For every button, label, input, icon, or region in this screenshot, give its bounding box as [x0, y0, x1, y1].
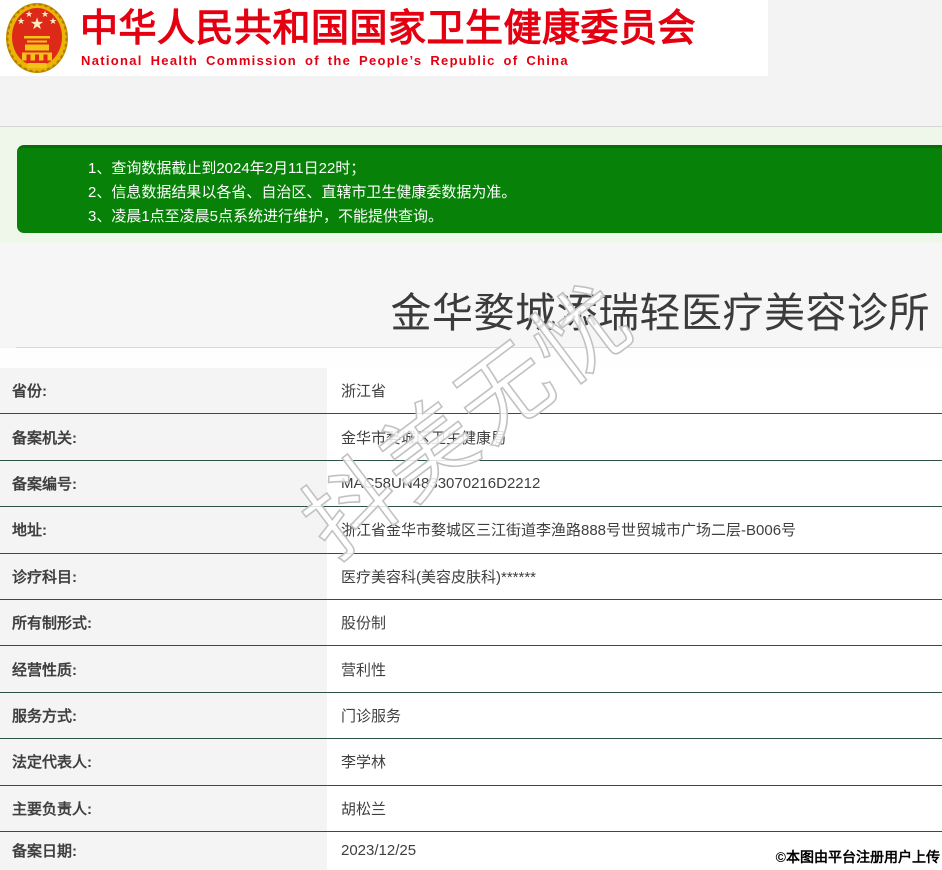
upload-notice: ©本图由平台注册用户上传	[775, 849, 940, 865]
row-label: 诊疗科目:	[0, 553, 327, 599]
row-label: 所有制形式:	[0, 599, 327, 646]
notice-item-1: 1、查询数据截止到2024年2月11日22时；	[88, 160, 366, 177]
table-row: 经营性质: 营利性	[0, 646, 942, 693]
row-value: 股份制	[341, 615, 387, 633]
notice-list: 1、查询数据截止到2024年2月11日22时； 2、信息数据结果以各省、自治区、…	[17, 148, 942, 229]
notice-box: 1、查询数据截止到2024年2月11日22时； 2、信息数据结果以各省、自治区、…	[17, 145, 942, 233]
row-label: 备案编号:	[0, 460, 327, 507]
row-label: 省份:	[0, 368, 327, 414]
svg-text:★: ★	[41, 9, 49, 19]
row-label: 备案机关:	[0, 414, 327, 460]
table-row: 备案机关: 金华市婺城区卫生健康局	[0, 414, 942, 461]
notice-item-2: 2、信息数据结果以各省、自治区、直辖市卫生健康委数据为准。	[88, 184, 517, 201]
svg-text:★: ★	[49, 16, 57, 26]
table-row: 所有制形式: 股份制	[0, 599, 942, 647]
row-value: 浙江省金华市婺城区三江街道李渔路888号世贸城市广场二层-B006号	[341, 522, 797, 540]
row-value: 胡松兰	[341, 800, 387, 818]
row-label: 备案日期:	[0, 831, 327, 870]
row-value: 营利性	[341, 661, 387, 679]
notice-item-3: 3、凌晨1点至凌晨5点系统进行维护，不能提供查询。	[88, 208, 444, 225]
row-value: 医疗美容科(美容皮肤科)******	[341, 568, 537, 586]
row-label: 法定代表人:	[0, 739, 327, 785]
row-value: 浙江省	[341, 383, 387, 401]
row-label: 主要负责人:	[0, 785, 327, 831]
table-row: 服务方式: 门诊服务	[0, 692, 942, 740]
table-row: 备案编号: MAC58UN4833070216D2212	[0, 460, 942, 508]
site-title-chinese: 中华人民共和国国家卫生健康委员会	[80, 8, 697, 50]
row-value: MAC58UN4833070216D2212	[341, 474, 541, 492]
row-value: 金华市婺城区卫生健康局	[341, 429, 507, 447]
row-label: 经营性质:	[0, 646, 327, 692]
site-title-english: National Health Commission of the People…	[81, 53, 569, 68]
svg-text:★: ★	[25, 9, 33, 19]
record-table: 省份: 浙江省 备案机关: 金华市婺城区卫生健康局 备案编号: MAC58UN4…	[0, 368, 942, 870]
table-row: 法定代表人: 李学林	[0, 739, 942, 786]
svg-text:★: ★	[17, 16, 25, 26]
clinic-name-title: 金华婺城添瑞轻医疗美容诊所	[390, 290, 930, 336]
row-label: 地址:	[0, 507, 327, 553]
header-banner: ★ ★ ★ ★ ★ 中华人民共和国国家卫生健康委员会 National Heal…	[0, 0, 768, 76]
table-row: 主要负责人: 胡松兰	[0, 785, 942, 832]
table-row: 诊疗科目: 医疗美容科(美容皮肤科)******	[0, 553, 942, 600]
row-value: 门诊服务	[341, 707, 402, 725]
china-national-emblem-icon: ★ ★ ★ ★ ★	[6, 3, 68, 73]
table-row: 省份: 浙江省	[0, 368, 942, 415]
row-label: 服务方式:	[0, 692, 327, 739]
table-row: 地址: 浙江省金华市婺城区三江街道李渔路888号世贸城市广场二层-B006号	[0, 507, 942, 554]
row-value: 李学林	[341, 754, 387, 772]
